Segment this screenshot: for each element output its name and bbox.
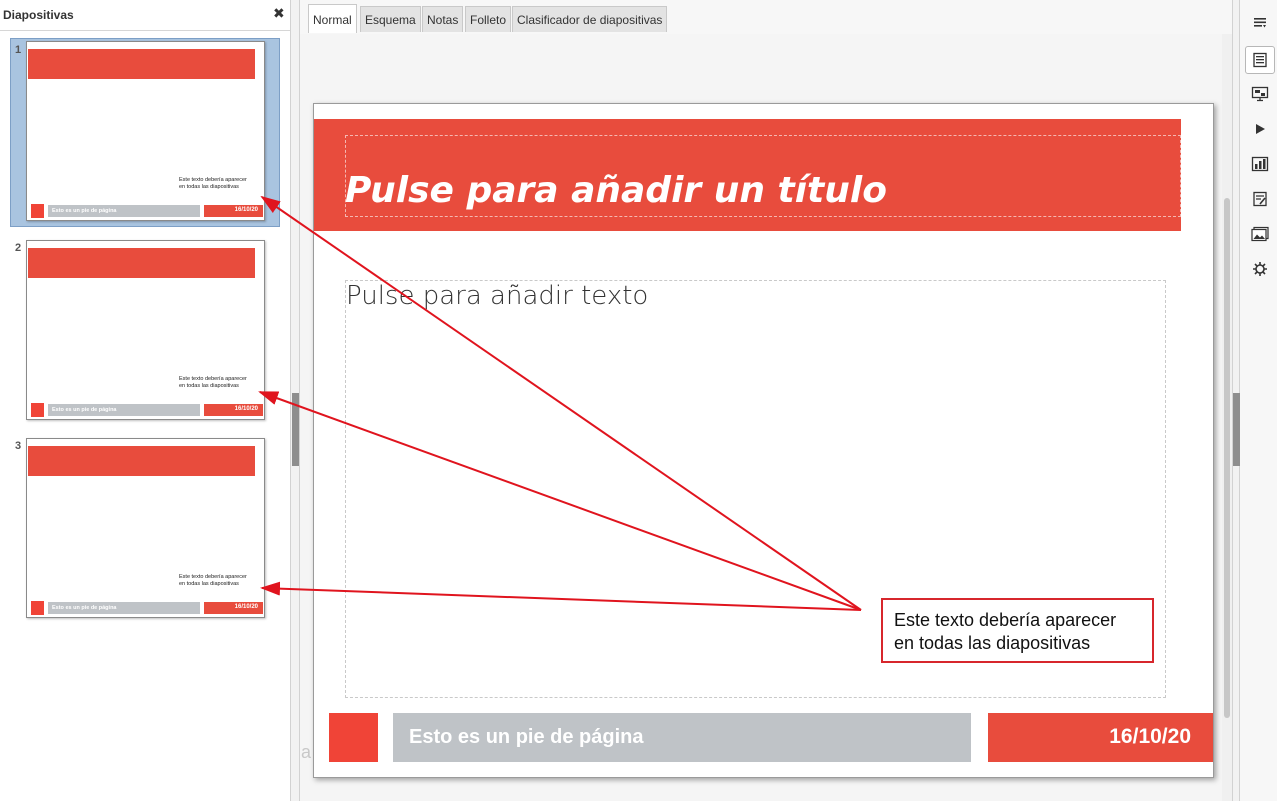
thumb-footer-square [31,204,44,218]
panel-splitter-right[interactable] [1232,0,1240,801]
tab-notas[interactable]: Notas [422,6,464,32]
thumb-title-bar [28,49,255,79]
vertical-scrollbar[interactable] [1222,34,1232,801]
thumb-footer-square [31,601,44,615]
ghost-text: a [301,742,312,762]
thumb-footer-square [31,403,44,417]
slide-number: 3 [15,440,22,452]
collapse-handle-right[interactable] [1233,393,1240,466]
view-tabs: Normal Esquema Notas Folleto Clasificado… [300,0,1232,34]
annotation-line: Este texto debería aparecer [894,610,1117,630]
title-placeholder[interactable]: Pulse para añadir un título [345,170,887,211]
thumb-footer: Esto es un pie de página [48,404,200,416]
tab-normal[interactable]: Normal [308,4,357,33]
body-placeholder[interactable]: Pulse para añadir texto [346,281,648,311]
thumb-footer: Esto es un pie de página [48,205,200,217]
close-icon[interactable]: ✖ [273,5,285,22]
thumb-text-line: Este texto debería aparecer [179,574,247,580]
animation-icon[interactable] [1245,115,1275,143]
annotation-line: en todas las diapositivas [894,633,1091,653]
slides-panel: Diapositivas ✖ 1 Este texto debería apar… [0,0,290,801]
slide-canvas[interactable]: Pulse para añadir un título Pulse para a… [313,103,1214,778]
thumb-text-line: Este texto debería aparecer [179,376,247,382]
styles-icon[interactable] [1245,185,1275,213]
slide-number: 1 [15,44,22,56]
annotation-textbox[interactable]: Este texto debería aparecer en todas las… [881,598,1154,663]
slide-thumbnail-3[interactable]: Este texto debería aparecer en todas las… [26,438,265,618]
thumb-title-bar [28,248,255,278]
sidebar-deck [1240,0,1277,801]
thumb-annotation-text: Este texto debería aparecer en todas las… [179,376,259,390]
menu-icon[interactable] [1245,8,1275,36]
tab-esquema[interactable]: Esquema [360,6,421,32]
collapse-handle-left[interactable] [292,393,299,466]
thumb-date: 16/10/20 [204,205,263,217]
thumb-date: 16/10/20 [204,602,263,614]
tab-folleto[interactable]: Folleto [465,6,512,32]
thumb-annotation-text: Este texto debería aparecer en todas las… [179,574,259,588]
thumb-annotation-text: Este texto debería aparecer en todas las… [179,177,259,191]
master-slides-icon[interactable] [1245,150,1275,178]
divider [0,30,290,31]
navigator-icon[interactable] [1245,255,1275,283]
thumb-text-line: en todas las diapositivas [179,581,239,587]
thumb-text-line: en todas las diapositivas [179,383,239,389]
footer-square [329,713,378,762]
date-field[interactable]: 16/10/20 [988,713,1213,762]
footer-text[interactable]: Esto es un pie de página [393,713,971,762]
gallery-icon[interactable] [1245,220,1275,248]
tab-clasificador[interactable]: Clasificador de diapositivas [512,6,668,32]
thumb-text-line: Este texto debería aparecer [179,177,247,183]
slide-thumbnail-1[interactable]: Este texto debería aparecer en todas las… [26,41,265,221]
slide-number: 2 [15,242,22,254]
thumb-date: 16/10/20 [204,404,263,416]
panel-title: Diapositivas [3,8,74,22]
thumb-text-line: en todas las diapositivas [179,184,239,190]
slide-thumbnail-2[interactable]: Este texto debería aparecer en todas las… [26,240,265,420]
slide-transition-icon[interactable] [1245,80,1275,108]
panel-splitter-left[interactable] [290,0,300,801]
properties-icon[interactable] [1245,46,1275,74]
thumb-footer: Esto es un pie de página [48,602,200,614]
scrollbar-thumb[interactable] [1224,198,1230,718]
thumb-title-bar [28,446,255,476]
